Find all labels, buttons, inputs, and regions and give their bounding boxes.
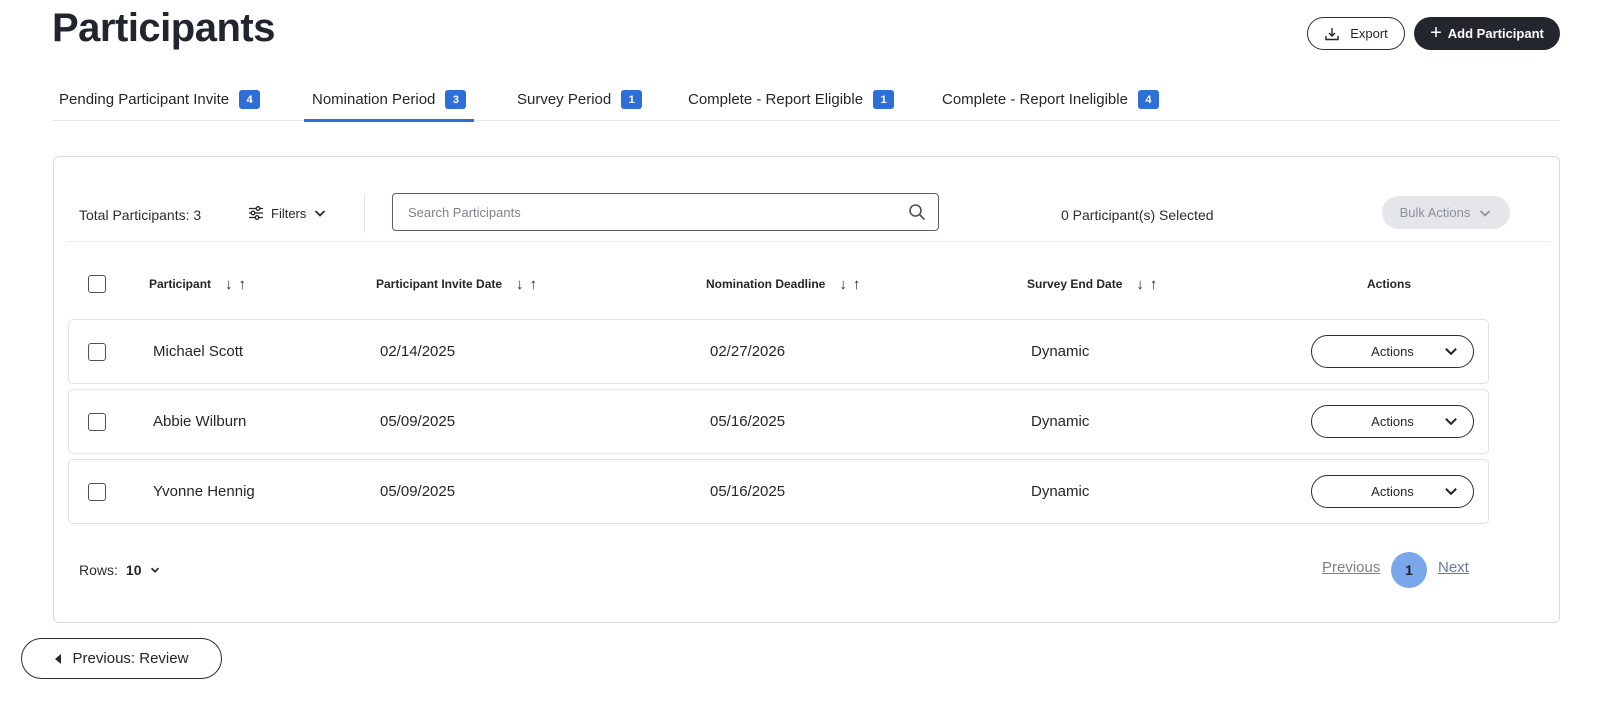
table-row: Abbie Wilburn 05/09/2025 05/16/2025 Dyna…	[68, 389, 1489, 454]
participants-card: Total Participants: 3 Filters 0 Particip…	[53, 156, 1560, 623]
download-icon	[1325, 27, 1339, 40]
table-row: Yvonne Hennig 05/09/2025 05/16/2025 Dyna…	[68, 459, 1489, 524]
chevron-down-icon[interactable]	[149, 564, 161, 576]
tab-count-badge: 4	[239, 90, 261, 109]
plus-icon: +	[1430, 21, 1442, 44]
table-header: Participant ↓ ↑ Participant Invite Date ↓…	[54, 269, 1559, 299]
row-actions-label: Actions	[1371, 344, 1414, 359]
row-actions-label: Actions	[1371, 414, 1414, 429]
column-label: Participant	[149, 277, 212, 291]
nomination-deadline: 02/27/2026	[710, 343, 786, 360]
tab-label: Nomination Period	[312, 91, 436, 108]
arrow-down-icon[interactable]: ↓	[839, 276, 847, 293]
survey-end-date: Dynamic	[1031, 413, 1090, 430]
column-header-participant: Participant ↓ ↑	[149, 269, 246, 299]
column-label: Actions	[1367, 277, 1412, 291]
survey-end-date: Dynamic	[1031, 483, 1090, 500]
tab-survey-period[interactable]: Survey Period 1	[517, 78, 643, 121]
sliders-icon	[249, 206, 263, 220]
row-actions-button[interactable]: Actions	[1311, 475, 1474, 508]
column-header-actions: Actions	[1367, 269, 1411, 299]
chevron-down-icon	[315, 210, 326, 217]
arrow-up-icon[interactable]: ↑	[530, 276, 538, 293]
participant-name: Michael Scott	[153, 343, 244, 360]
tab-count-badge: 1	[873, 90, 895, 109]
invite-date: 02/14/2025	[380, 343, 456, 360]
toolbar-divider	[66, 241, 1551, 242]
column-label: Survey End Date	[1027, 277, 1123, 291]
column-label: Nomination Deadline	[706, 277, 826, 291]
next-page-link[interactable]: Next	[1438, 559, 1469, 576]
nomination-deadline: 05/16/2025	[710, 413, 786, 430]
search-input[interactable]	[393, 194, 893, 230]
tab-complete-report-eligible[interactable]: Complete - Report Eligible 1	[688, 78, 895, 121]
column-label: Participant Invite Date	[376, 277, 503, 291]
add-participant-button[interactable]: + Add Participant	[1414, 17, 1560, 50]
survey-end-date: Dynamic	[1031, 343, 1090, 360]
tab-complete-report-ineligible[interactable]: Complete - Report Ineligible 4	[942, 78, 1159, 121]
tab-label: Complete - Report Eligible	[688, 91, 864, 108]
caret-left-icon	[54, 653, 61, 664]
table-row: Michael Scott 02/14/2025 02/27/2026 Dyna…	[68, 319, 1489, 384]
row-checkbox[interactable]	[88, 482, 106, 501]
rows-select[interactable]: 10	[126, 562, 142, 578]
filters-button[interactable]: Filters	[248, 201, 327, 225]
column-header-nomination-deadline: Nomination Deadline ↓ ↑	[706, 269, 860, 299]
select-all-cell	[88, 269, 106, 299]
chevron-down-icon	[1445, 347, 1457, 356]
invite-date: 05/09/2025	[380, 483, 456, 500]
invite-date: 05/09/2025	[380, 413, 456, 430]
participant-name: Yvonne Hennig	[153, 483, 255, 500]
column-header-survey-end-date: Survey End Date ↓ ↑	[1027, 269, 1157, 299]
bulk-actions-label: Bulk Actions	[1399, 205, 1471, 220]
bulk-actions-button[interactable]: Bulk Actions	[1382, 196, 1510, 229]
previous-review-button[interactable]: Previous: Review	[21, 638, 222, 679]
row-actions-button[interactable]: Actions	[1311, 335, 1474, 368]
previous-page-link[interactable]: Previous	[1322, 559, 1380, 576]
row-actions-button[interactable]: Actions	[1311, 405, 1474, 438]
arrow-down-icon[interactable]: ↓	[225, 276, 233, 293]
tab-nomination-period[interactable]: Nomination Period 3	[303, 78, 475, 122]
search-icon[interactable]	[908, 203, 926, 221]
tab-count-badge: 4	[1137, 90, 1159, 109]
participant-name: Abbie Wilburn	[153, 413, 247, 430]
arrow-down-icon[interactable]: ↓	[1136, 276, 1144, 293]
nomination-deadline: 05/16/2025	[710, 483, 786, 500]
chevron-down-icon	[1445, 417, 1457, 426]
tab-label: Survey Period	[517, 91, 612, 108]
add-participant-label: Add Participant	[1447, 26, 1544, 41]
tab-bar: Pending Participant Invite 4 Nomination …	[52, 78, 1560, 122]
current-page-button[interactable]: 1	[1391, 552, 1427, 588]
export-label: Export	[1350, 26, 1388, 41]
selected-count: 0 Participant(s) Selected	[1061, 207, 1214, 223]
arrow-up-icon[interactable]: ↑	[853, 276, 861, 293]
tab-label: Pending Participant Invite	[59, 91, 230, 108]
row-checkbox[interactable]	[88, 342, 106, 361]
arrow-up-icon[interactable]: ↑	[239, 276, 247, 293]
rows-label: Rows:	[79, 562, 118, 578]
chevron-down-icon	[1445, 487, 1457, 496]
page-title: Participants	[52, 6, 275, 50]
toolbar-divider	[364, 193, 365, 233]
tab-label: Complete - Report Ineligible	[942, 91, 1128, 108]
tab-count-badge: 1	[621, 90, 643, 109]
row-checkbox[interactable]	[88, 412, 106, 431]
arrow-down-icon[interactable]: ↓	[516, 276, 524, 293]
row-actions-label: Actions	[1371, 484, 1414, 499]
search-box	[392, 193, 939, 231]
tab-pending-participant-invite[interactable]: Pending Participant Invite 4	[59, 78, 261, 121]
rows-per-page: Rows: 10	[79, 559, 161, 581]
column-header-invite-date: Participant Invite Date ↓ ↑	[376, 269, 537, 299]
previous-review-label: Previous: Review	[72, 650, 189, 667]
total-participants: Total Participants: 3	[79, 207, 202, 223]
select-all-checkbox[interactable]	[88, 275, 106, 293]
filters-label: Filters	[271, 205, 307, 221]
chevron-down-icon	[1480, 209, 1491, 217]
export-button[interactable]: Export	[1307, 17, 1405, 50]
arrow-up-icon[interactable]: ↑	[1150, 276, 1158, 293]
tab-count-badge: 3	[445, 90, 467, 109]
